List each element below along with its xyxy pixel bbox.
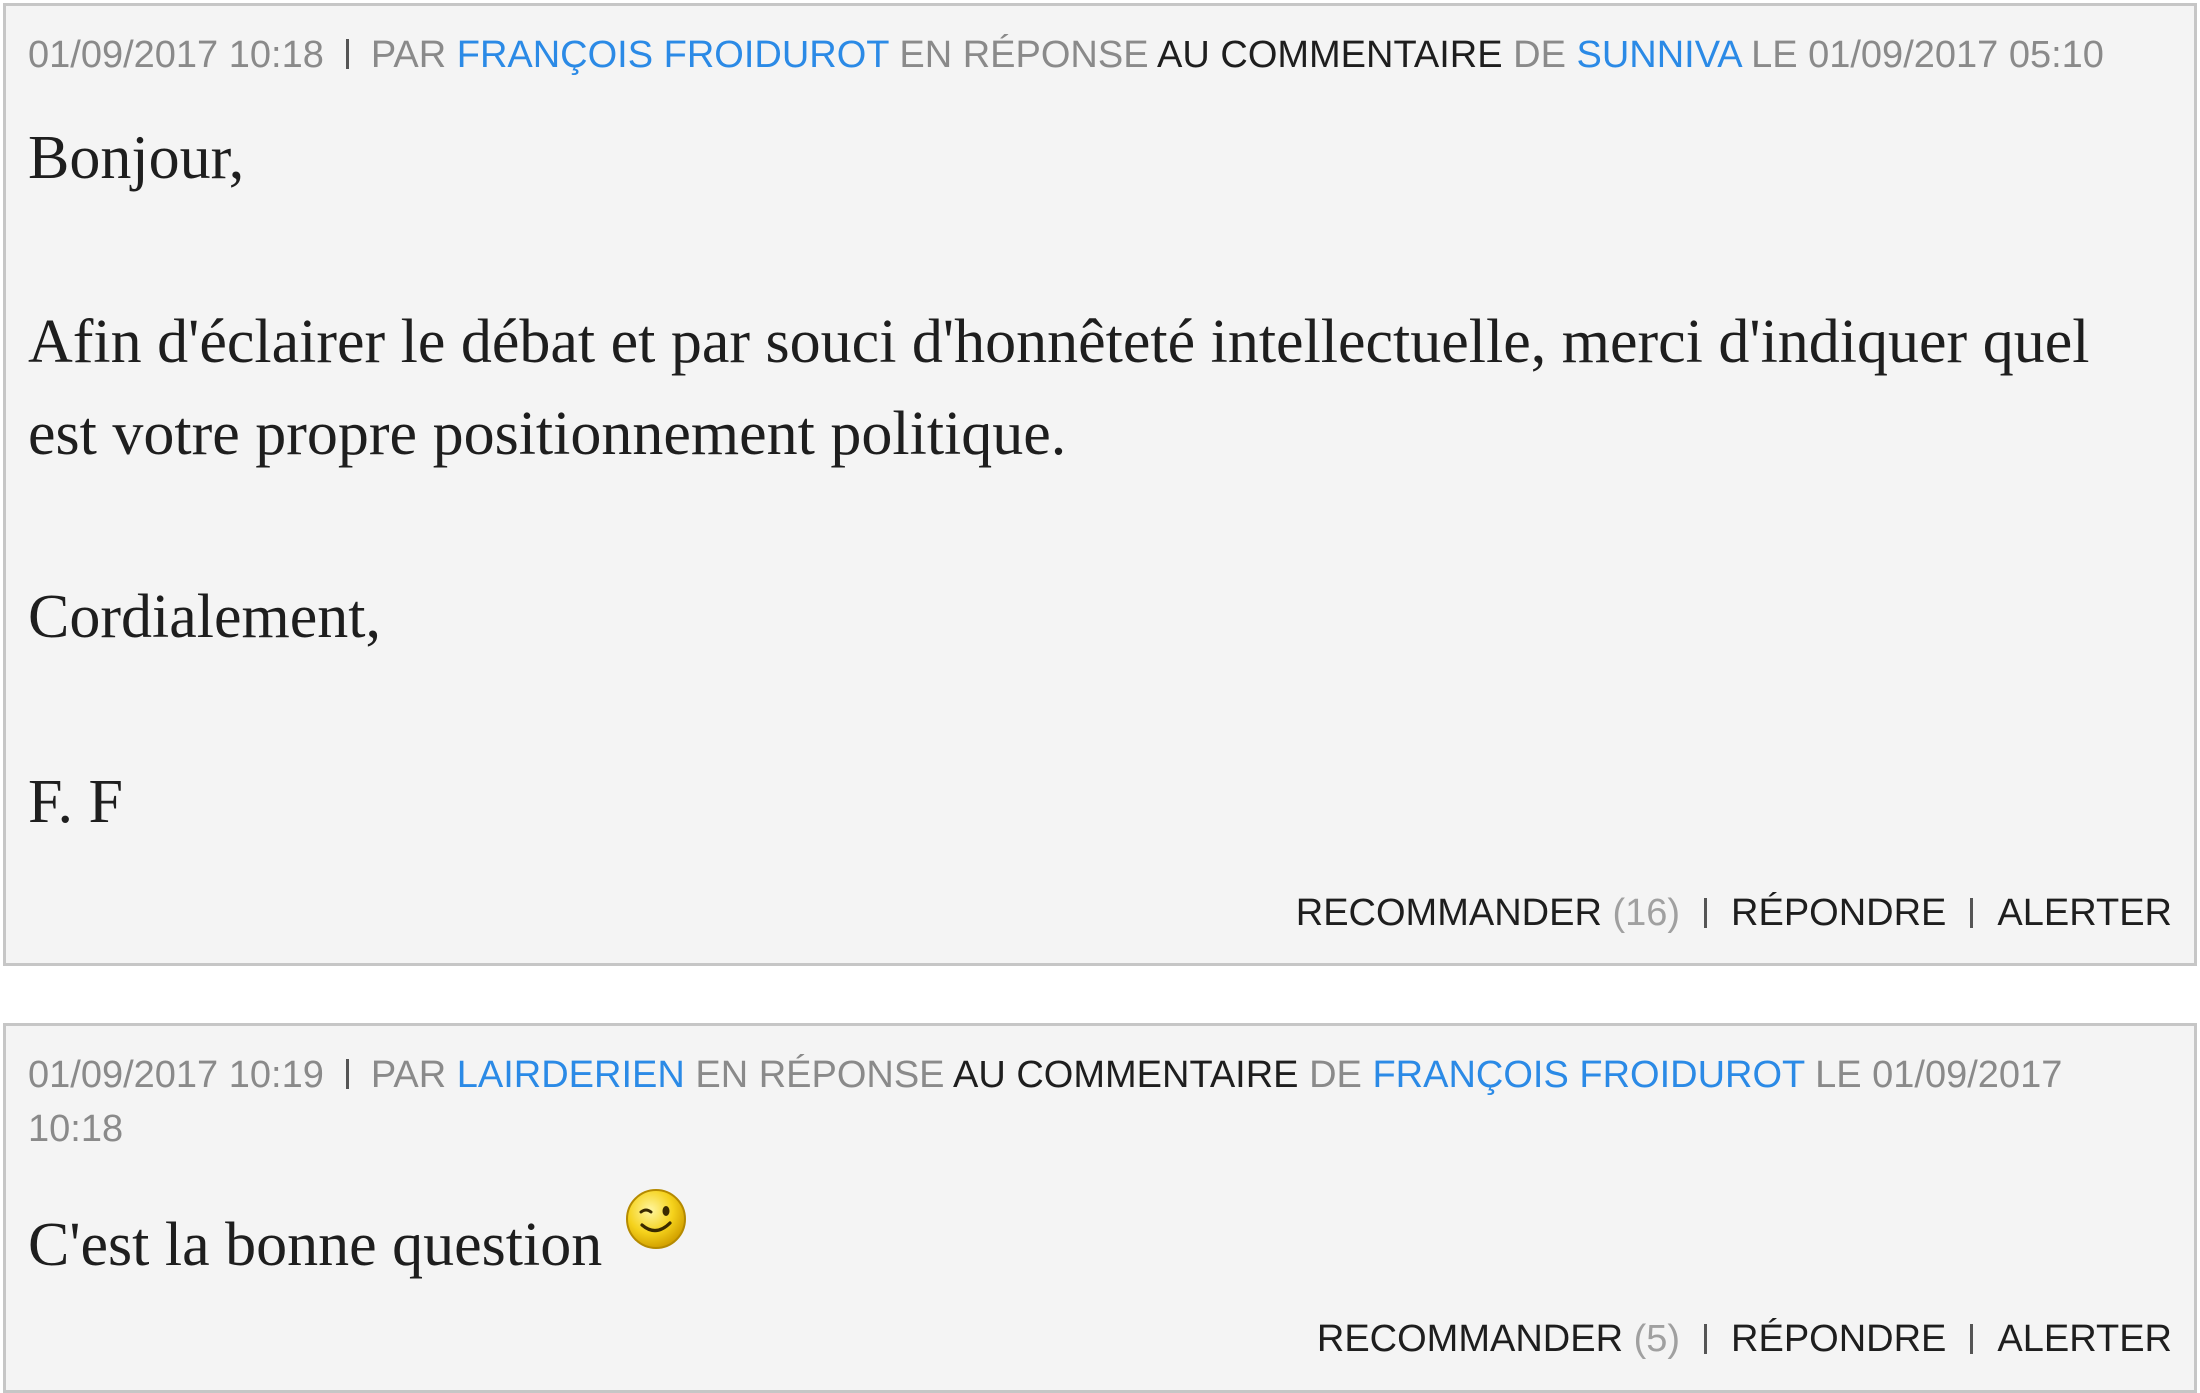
action-separator — [1970, 1324, 1974, 1354]
in-reply-label: EN RÉPONSE — [899, 34, 1149, 76]
recommend-label: RECOMMANDER — [1295, 892, 1602, 934]
meta-separator — [345, 39, 349, 69]
author-link[interactable]: LAIRDERIEN — [457, 1054, 685, 1096]
wink-smiley-icon — [625, 1189, 686, 1249]
comment-timestamp: 01/09/2017 10:18 — [28, 34, 324, 76]
of-label: DE — [1309, 1054, 1362, 1096]
parent-author-link[interactable]: FRANÇOIS FROIDUROT — [1372, 1054, 1804, 1096]
recommend-button[interactable]: RECOMMANDER (16) — [1296, 892, 1680, 934]
comment-paragraph: C'est la bonne question — [28, 1211, 603, 1279]
meta-separator — [345, 1059, 349, 1089]
comment-timestamp: 01/09/2017 10:19 — [28, 1054, 324, 1096]
comment-actions: RECOMMANDER (16) RÉPONDRE ALERTER — [1296, 892, 2172, 935]
alert-button[interactable]: ALERTER — [1997, 1318, 2172, 1360]
parent-comment-link[interactable]: AU COMMENTAIRE — [1157, 34, 1503, 76]
comment-meta: 01/09/2017 10:18 PAR FRANÇOIS FROIDUROT E… — [28, 28, 2158, 82]
comment-paragraph: F. F — [28, 768, 123, 836]
comment-paragraph: Cordialement, — [28, 583, 381, 651]
reply-button[interactable]: RÉPONDRE — [1731, 1318, 1946, 1360]
action-separator — [1970, 898, 1974, 928]
comment-actions: RECOMMANDER (5) RÉPONDRE ALERTER — [1317, 1318, 2172, 1361]
author-link[interactable]: FRANÇOIS FROIDUROT — [457, 34, 889, 76]
parent-author-link[interactable]: SUNNIVA — [1576, 34, 1740, 76]
action-separator — [1704, 898, 1708, 928]
comment-paragraph: Bonjour, — [28, 124, 245, 192]
comment-paragraph: Afin d'éclairer le débat et par souci d'… — [28, 308, 2090, 468]
parent-comment-link[interactable]: AU COMMENTAIRE — [953, 1054, 1299, 1096]
comment-meta: 01/09/2017 10:19 PAR LAIRDERIEN EN RÉPONS… — [28, 1048, 2158, 1156]
parent-date-label: LE 01/09/2017 05:10 — [1751, 34, 2104, 76]
reply-button[interactable]: RÉPONDRE — [1731, 892, 1946, 934]
in-reply-label: EN RÉPONSE — [695, 1054, 945, 1096]
by-label: PAR — [370, 34, 447, 76]
comment-body: C'est la bonne question — [28, 1187, 688, 1291]
by-label: PAR — [370, 1054, 447, 1096]
comment-card: 01/09/2017 10:19 PAR LAIRDERIEN EN RÉPONS… — [3, 1023, 2197, 1393]
recommend-label: RECOMMANDER — [1316, 1318, 1624, 1360]
recommend-button[interactable]: RECOMMANDER (5) — [1317, 1318, 1680, 1360]
recommend-count: (16) — [1612, 892, 1681, 934]
alert-button[interactable]: ALERTER — [1997, 892, 2172, 934]
recommend-count: (5) — [1633, 1318, 1681, 1360]
comment-card: 01/09/2017 10:18 PAR FRANÇOIS FROIDUROT E… — [3, 3, 2197, 966]
action-separator — [1704, 1324, 1708, 1354]
of-label: DE — [1513, 34, 1566, 76]
